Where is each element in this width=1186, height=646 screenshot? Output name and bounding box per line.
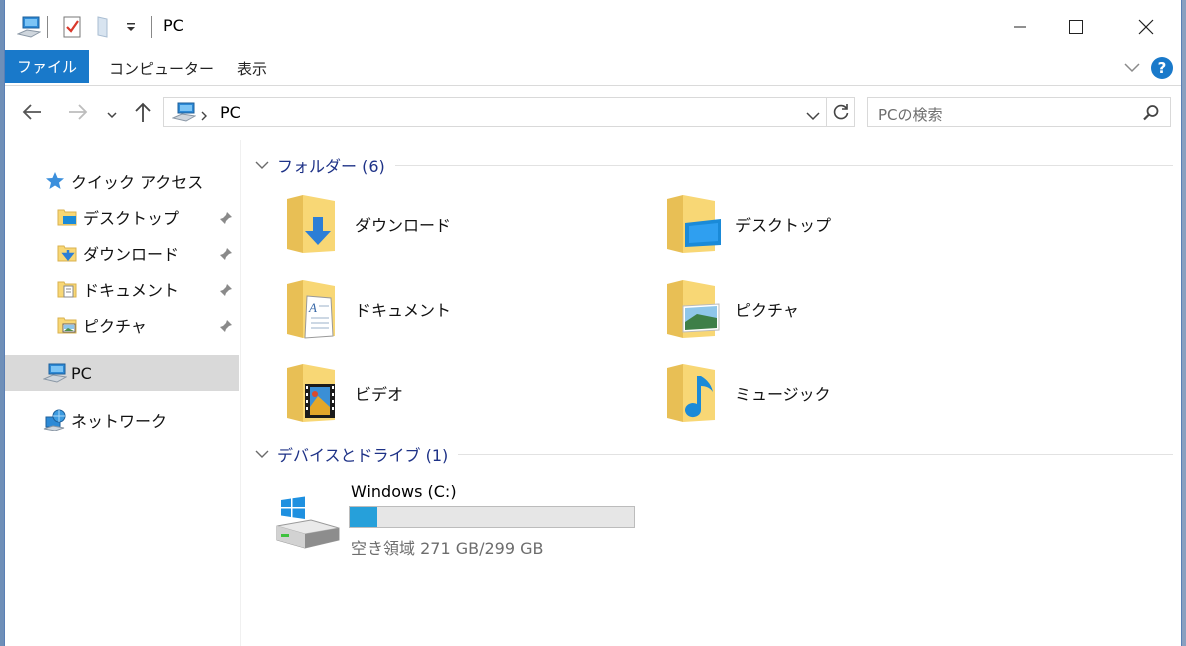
folder-tile-desktop[interactable]: デスクトップ	[663, 189, 831, 259]
address-history-chevron-icon[interactable]	[806, 107, 820, 125]
videos-folder-icon	[287, 364, 335, 422]
nav-label-quick-access: クイック アクセス	[71, 173, 204, 192]
pictures-folder-icon	[57, 316, 77, 334]
network-icon	[43, 409, 67, 431]
folder-tile-documents[interactable]: A ドキュメント	[283, 274, 451, 344]
svg-text:A: A	[308, 300, 317, 315]
folder-label: ダウンロード	[355, 216, 452, 235]
title-bar: PC	[5, 0, 1181, 52]
nav-label: ドキュメント	[83, 281, 180, 300]
desktop-edge-right	[1182, 0, 1186, 646]
navigation-bar: PC PCの検索	[5, 86, 1181, 140]
back-arrow-icon[interactable]	[21, 102, 43, 126]
nav-item-pictures[interactable]: ピクチャ	[5, 307, 239, 343]
new-folder-icon[interactable]	[97, 14, 111, 40]
nav-item-desktop[interactable]: デスクトップ	[5, 199, 239, 235]
star-icon	[45, 171, 65, 191]
recent-locations-chevron-icon[interactable]	[107, 106, 117, 124]
explorer-window: PC ファイル コンピューター 表示 ? PC PCの検索 クイック アクセス …	[4, 0, 1182, 646]
desktop-folder-icon	[57, 208, 77, 226]
pin-icon[interactable]	[219, 246, 233, 260]
collapse-chevron-icon[interactable]	[255, 449, 269, 459]
address-bar[interactable]: PC	[163, 97, 827, 127]
drive-usage-fill	[350, 507, 377, 527]
search-input[interactable]: PCの検索	[867, 97, 1171, 127]
downloads-folder-icon	[287, 195, 335, 253]
window-title: PC	[163, 16, 184, 35]
maximize-button[interactable]	[1053, 8, 1099, 46]
search-icon[interactable]	[1142, 104, 1160, 126]
customize-qa-dropdown-icon[interactable]	[125, 14, 137, 40]
group-header-folders[interactable]: フォルダー (6)	[255, 153, 1173, 177]
group-divider	[394, 164, 1173, 166]
separator	[151, 16, 152, 38]
folder-label: ビデオ	[355, 385, 404, 404]
nav-label: デスクトップ	[83, 209, 180, 228]
search-placeholder: PCの検索	[878, 106, 943, 124]
group-header-label: フォルダー (6)	[277, 157, 385, 176]
desktop-folder-icon	[667, 195, 721, 253]
pictures-folder-icon	[667, 280, 720, 338]
nav-item-downloads[interactable]: ダウンロード	[5, 235, 239, 271]
pc-icon	[171, 102, 197, 126]
tab-computer[interactable]: コンピューター	[109, 50, 214, 86]
nav-label: ピクチャ	[83, 317, 147, 336]
content-pane: フォルダー (6) ダウンロード デスクトップ A ドキュメント ピクチャ ビデ…	[243, 140, 1181, 646]
nav-label-pc: PC	[71, 363, 92, 383]
nav-item-documents[interactable]: ドキュメント	[5, 271, 239, 307]
pin-icon[interactable]	[219, 210, 233, 224]
group-header-devices[interactable]: デバイスとドライブ (1)	[255, 442, 1173, 466]
tab-view[interactable]: 表示	[237, 50, 267, 86]
downloads-folder-icon	[57, 244, 77, 262]
folder-label: デスクトップ	[735, 216, 832, 235]
folder-tile-videos[interactable]: ビデオ	[283, 358, 403, 428]
folder-tile-downloads[interactable]: ダウンロード	[283, 189, 451, 259]
breadcrumb-pc[interactable]: PC	[220, 103, 241, 122]
navigation-pane: クイック アクセス デスクトップ ダウンロード ドキュメント ピクチャ PC ネ…	[5, 140, 241, 646]
window-pc-icon[interactable]	[17, 14, 41, 40]
nav-label: ダウンロード	[83, 245, 180, 264]
up-arrow-icon[interactable]	[133, 101, 153, 127]
drive-name[interactable]: Windows (C:)	[351, 482, 457, 501]
forward-arrow-icon[interactable]	[67, 102, 89, 126]
breadcrumb-chevron-icon[interactable]	[200, 107, 208, 125]
refresh-button[interactable]	[827, 97, 855, 127]
folder-label: ドキュメント	[355, 301, 452, 320]
nav-item-network[interactable]: ネットワーク	[5, 402, 239, 438]
refresh-icon	[833, 104, 848, 120]
nav-label-network: ネットワーク	[71, 412, 168, 431]
drive-windows-icon[interactable]	[273, 492, 341, 556]
drive-free-space: 空き領域 271 GB/299 GB	[351, 539, 544, 558]
tab-file[interactable]: ファイル	[5, 50, 89, 83]
drive-usage-bar	[349, 506, 635, 528]
folder-label: ピクチャ	[735, 301, 799, 320]
nav-quick-access[interactable]: クイック アクセス	[5, 163, 239, 199]
folder-label: ミュージック	[735, 385, 831, 404]
collapse-chevron-icon[interactable]	[255, 160, 269, 170]
help-button[interactable]: ?	[1151, 57, 1173, 79]
ribbon-tabs: ファイル コンピューター 表示 ?	[5, 50, 1181, 86]
properties-icon[interactable]	[63, 14, 81, 40]
separator	[47, 16, 48, 38]
documents-folder-icon: A	[287, 280, 335, 339]
folder-tile-pictures[interactable]: ピクチャ	[663, 274, 799, 344]
pin-icon[interactable]	[219, 282, 233, 296]
folder-tile-music[interactable]: ミュージック	[663, 358, 831, 428]
minimize-button[interactable]	[997, 8, 1043, 46]
group-header-label: デバイスとドライブ (1)	[277, 446, 449, 465]
nav-item-pc[interactable]: PC	[5, 355, 239, 391]
music-folder-icon	[667, 364, 715, 422]
expand-ribbon-chevron-icon[interactable]	[1121, 56, 1143, 78]
close-button[interactable]	[1123, 8, 1169, 46]
pc-icon	[43, 363, 67, 383]
group-divider	[458, 453, 1173, 455]
documents-folder-icon	[57, 280, 77, 298]
pin-icon[interactable]	[219, 318, 233, 332]
